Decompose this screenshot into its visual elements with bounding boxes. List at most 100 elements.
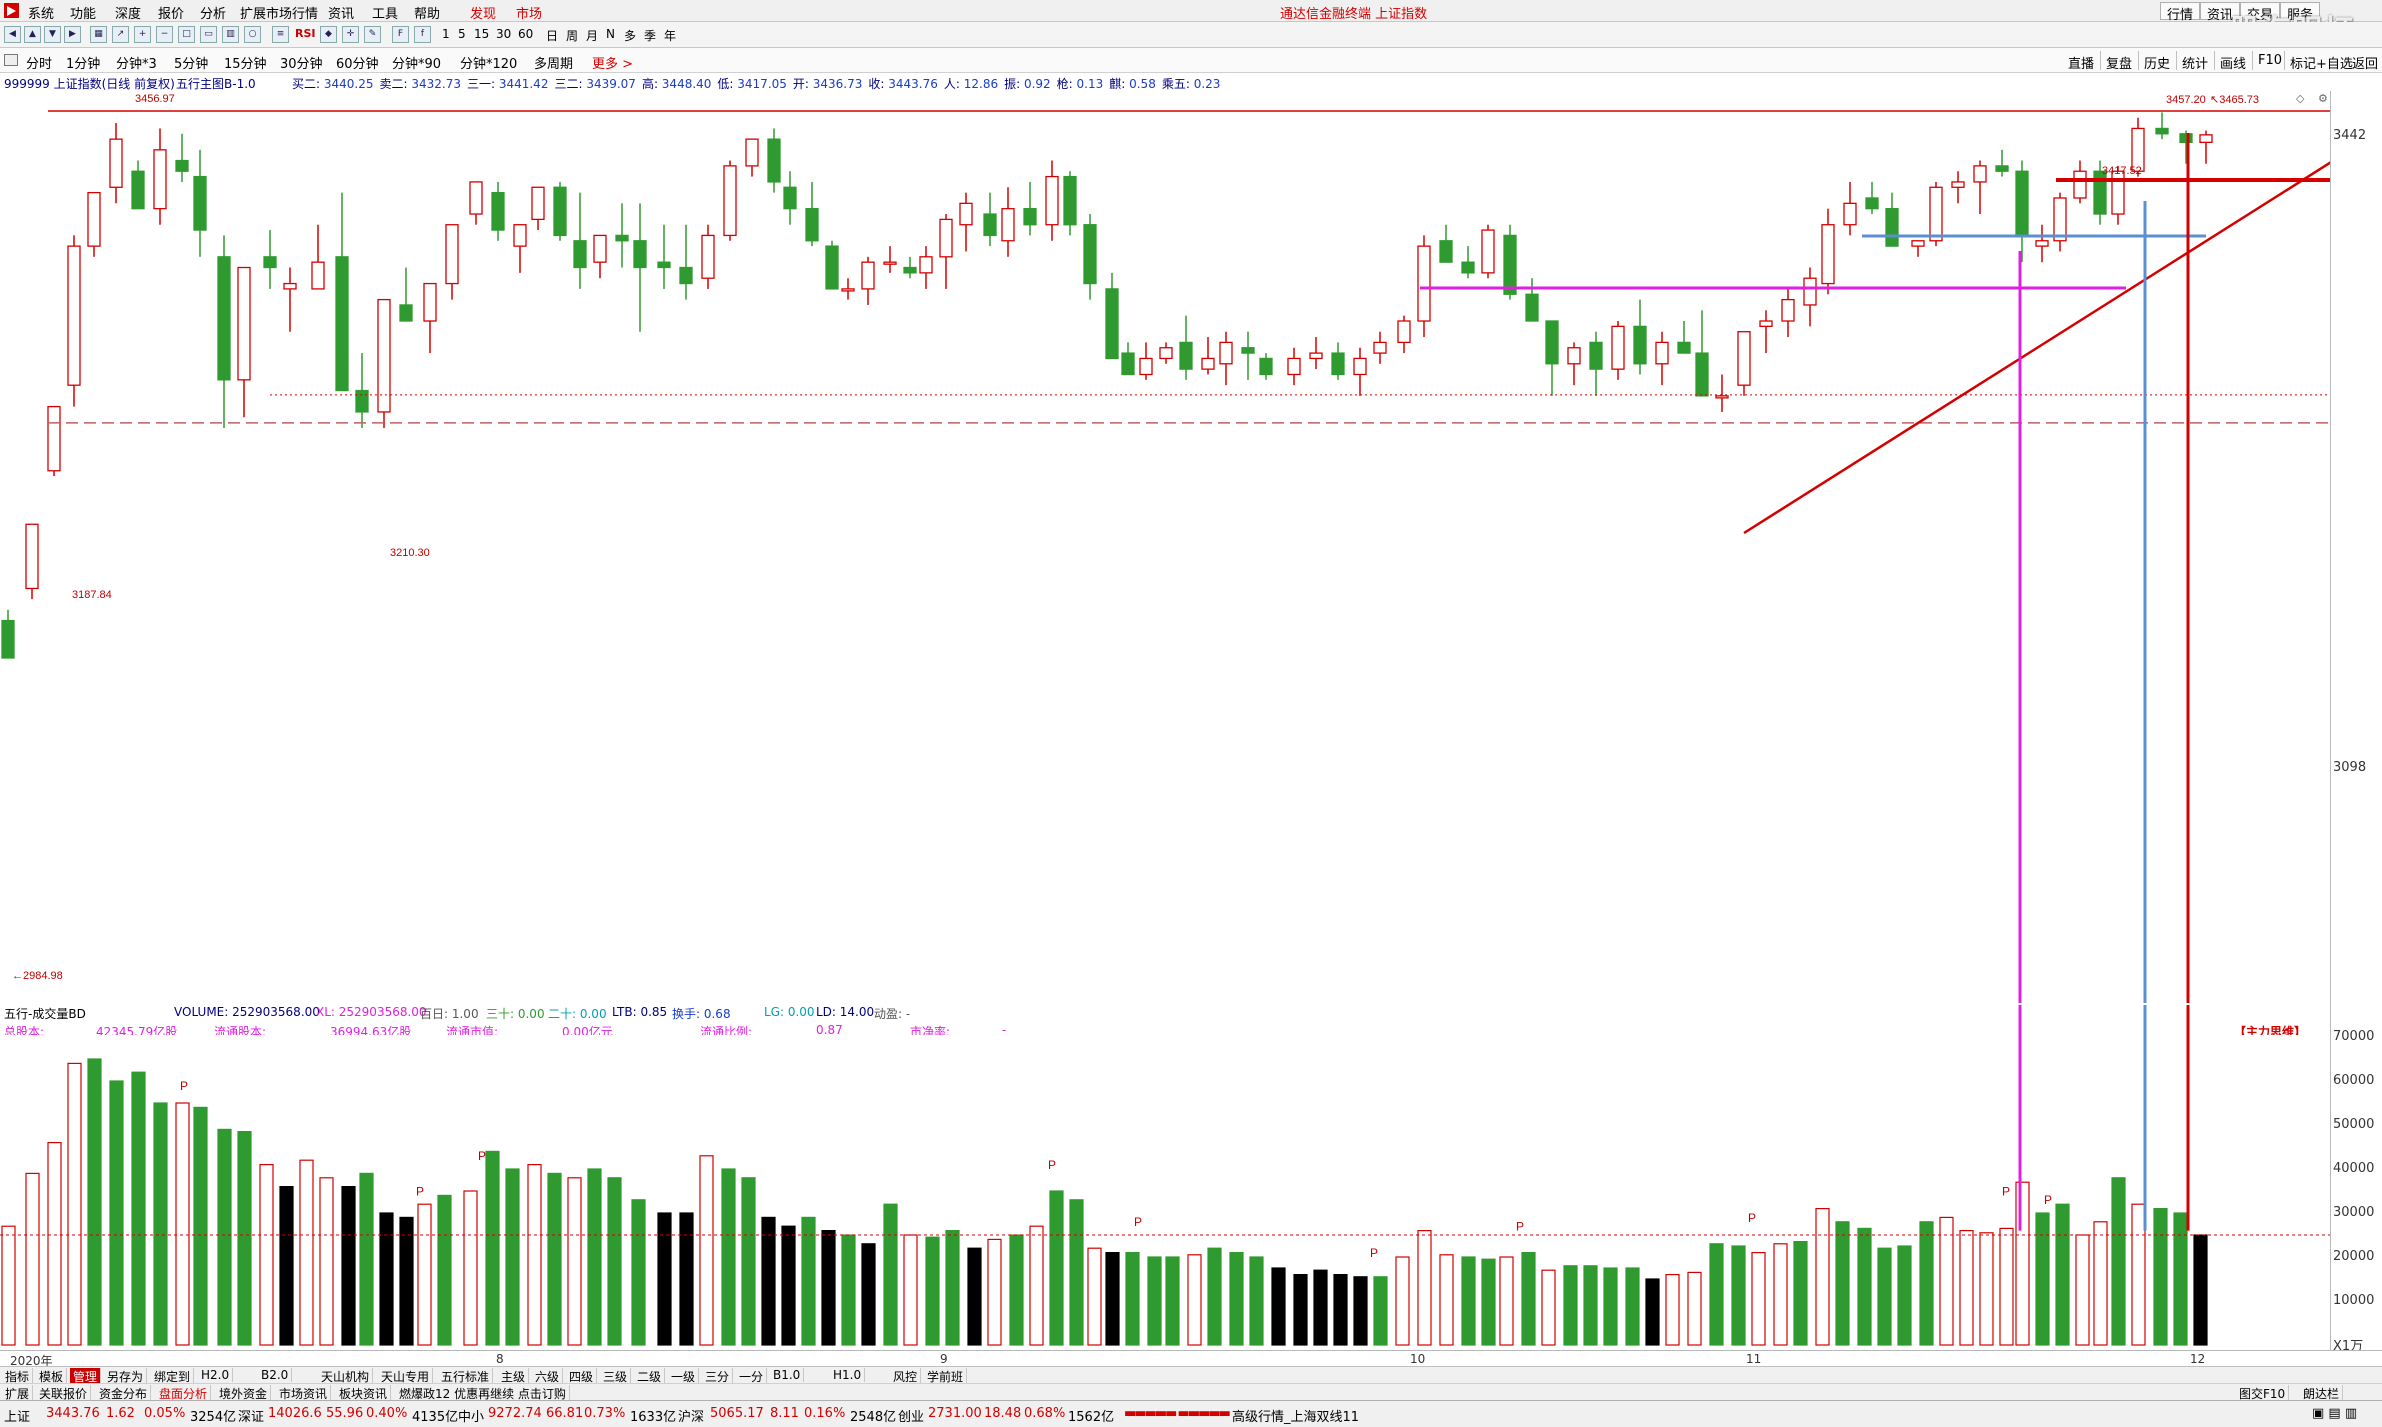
multi-icon[interactable]: ◆ — [320, 26, 337, 43]
quote-field: 枪: 0.13 — [1056, 77, 1104, 91]
candle-body — [175, 159, 189, 172]
volume-bar — [1271, 1267, 1286, 1346]
period-tab-90min[interactable]: 分钟*90 — [392, 53, 441, 72]
volume-bar — [1229, 1252, 1244, 1346]
period-tab-fenshi[interactable]: 分时 — [26, 53, 52, 72]
price-annotation: 3187.84 — [72, 589, 112, 601]
screen-icon[interactable]: ▭ — [200, 26, 217, 43]
formula-name[interactable]: 五行主图B-1.0 — [176, 75, 256, 92]
period-tab-more[interactable]: 更多 > — [592, 53, 633, 72]
right-tab-live[interactable]: 直播 — [2068, 53, 2094, 72]
crosshair-icon[interactable]: ✛ — [342, 26, 359, 43]
grid-icon[interactable]: ▦ — [90, 26, 107, 43]
panel-toggle-icon[interactable] — [4, 54, 18, 66]
divider — [2284, 51, 2285, 70]
right-tab-f10[interactable]: F10 — [2258, 53, 2282, 68]
period-tab-30min[interactable]: 30分钟 — [280, 53, 323, 72]
down-icon[interactable]: ▼ — [44, 26, 61, 43]
up-icon[interactable]: ▲ — [24, 26, 41, 43]
indicator-tab[interactable]: B1.0 — [770, 1368, 805, 1382]
quote-field: 人: 12.86 — [943, 77, 999, 91]
date-axis: 2020年 8 9 10 11 12 — [0, 1350, 2382, 1368]
zx-index-label[interactable]: 中小 — [458, 1406, 484, 1425]
back-icon[interactable]: ◀ — [4, 26, 21, 43]
period-tab-multi[interactable]: 多周期 — [534, 53, 573, 72]
date-label: 8 — [496, 1352, 504, 1366]
indicator-tab[interactable]: B2.0 — [258, 1368, 293, 1382]
menu-item-market[interactable]: 市场 — [516, 3, 542, 22]
rsi-icon[interactable]: RSI — [295, 27, 316, 40]
volume-bar — [1877, 1247, 1892, 1346]
period-tab-120min[interactable]: 分钟*120 — [460, 53, 517, 72]
fs-icon[interactable]: F — [392, 26, 409, 43]
toolbar-period-day[interactable]: 日 — [546, 27, 558, 44]
toolbar-period-n[interactable]: N — [606, 27, 615, 41]
zoom-out-icon[interactable]: − — [156, 26, 173, 43]
toolbar-period-5[interactable]: 5 — [458, 27, 466, 41]
period-tab-15min[interactable]: 15分钟 — [224, 53, 267, 72]
sh-index-label[interactable]: 上证 — [4, 1406, 30, 1425]
indicator-tab[interactable]: H1.0 — [830, 1368, 866, 1382]
menu-item-quote[interactable]: 报价 — [158, 3, 184, 22]
sh-index-change: 1.62 — [106, 1406, 135, 1421]
toolbar-period-60[interactable]: 60 — [518, 27, 533, 41]
right-button-quote[interactable]: 行情 — [2160, 2, 2201, 23]
right-tab-draw[interactable]: 画线 — [2220, 53, 2246, 72]
menu-item-tools[interactable]: 工具 — [372, 3, 398, 22]
toolbar-period-multi[interactable]: 多 — [624, 27, 636, 44]
right-tab-history[interactable]: 历史 — [2144, 53, 2170, 72]
toolbar: ◀ ▲ ▼ ▶ ▦ ↗ + − □ ▭ ▥ ○ ≡ RSI ◆ ✛ ✎ F f … — [0, 22, 2382, 48]
period-tab-60min[interactable]: 60分钟 — [336, 53, 379, 72]
hs-index-label[interactable]: 沪深 — [678, 1406, 704, 1425]
toolbar-period-year[interactable]: 年 — [664, 27, 676, 44]
date-label: 12 — [2190, 1352, 2206, 1366]
toolbar-period-30[interactable]: 30 — [496, 27, 511, 41]
volume-bar — [587, 1168, 602, 1346]
menu-item-function[interactable]: 功能 — [70, 3, 96, 22]
candle-body — [861, 261, 875, 290]
period-tab-3min[interactable]: 分钟*3 — [116, 53, 157, 72]
menu-item-depth[interactable]: 深度 — [115, 3, 141, 22]
toolbar-period-15[interactable]: 15 — [474, 27, 489, 41]
window-icon[interactable]: □ — [178, 26, 195, 43]
right-tab-back[interactable]: 返回 — [2352, 53, 2378, 72]
candlestick-chart[interactable]: 3456.97 3210.30 3187.84 ←2984.98 3457.20 ↖346… — [0, 91, 2330, 1003]
right-tab-replay[interactable]: 复盘 — [2106, 53, 2132, 72]
toolbar-period-1[interactable]: 1 — [442, 27, 450, 41]
chip-icon[interactable]: ▥ — [222, 26, 239, 43]
right-tab-stats[interactable]: 统计 — [2182, 53, 2208, 72]
pen-icon[interactable]: ✎ — [364, 26, 381, 43]
period-tab-5min[interactable]: 5分钟 — [174, 53, 208, 72]
fx-icon[interactable]: f — [414, 26, 431, 43]
cy-index-label[interactable]: 创业 — [898, 1406, 924, 1425]
candle-body — [311, 261, 325, 290]
sz-index-label[interactable]: 深证 — [238, 1406, 264, 1425]
volume-axis-label: 60000 — [2333, 1073, 2375, 1088]
toolbar-period-week[interactable]: 周 — [566, 27, 578, 44]
candle-body — [783, 186, 797, 210]
right-tab-add-fav[interactable]: +自选 — [2316, 53, 2353, 72]
menu-item-help[interactable]: 帮助 — [414, 3, 440, 22]
toolbar-period-quarter[interactable]: 季 — [644, 27, 656, 44]
forward-icon[interactable]: ▶ — [64, 26, 81, 43]
menu-item-ext-market[interactable]: 扩展市场行情 — [240, 3, 318, 22]
menu-item-news[interactable]: 资讯 — [328, 3, 354, 22]
candle-body — [745, 138, 759, 167]
candle-body — [1287, 357, 1301, 376]
circle-icon[interactable]: ○ — [244, 26, 261, 43]
right-tab-mark[interactable]: 标记 — [2290, 53, 2316, 72]
menu-item-system[interactable]: 系统 — [28, 3, 54, 22]
status-tray-icons[interactable]: ▣ ▤ ▥ — [2312, 1406, 2357, 1421]
compare-icon[interactable]: ≡ — [272, 26, 289, 43]
chart-icon[interactable]: ↗ — [112, 26, 129, 43]
period-tab-1min[interactable]: 1分钟 — [66, 53, 100, 72]
volume-axis-label: 70000 — [2333, 1029, 2375, 1044]
zoom-in-icon[interactable]: + — [134, 26, 151, 43]
candle-body — [1995, 165, 2009, 172]
server-name[interactable]: 高级行情_上海双线11 — [1232, 1406, 1359, 1425]
menu-item-analysis[interactable]: 分析 — [200, 3, 226, 22]
menu-item-discover[interactable]: 发现 — [470, 3, 496, 22]
toolbar-period-month[interactable]: 月 — [586, 27, 598, 44]
volume-chart[interactable]: P P P P P P P P P P — [0, 1005, 2330, 1350]
indicator-tab[interactable]: H2.0 — [198, 1368, 234, 1382]
